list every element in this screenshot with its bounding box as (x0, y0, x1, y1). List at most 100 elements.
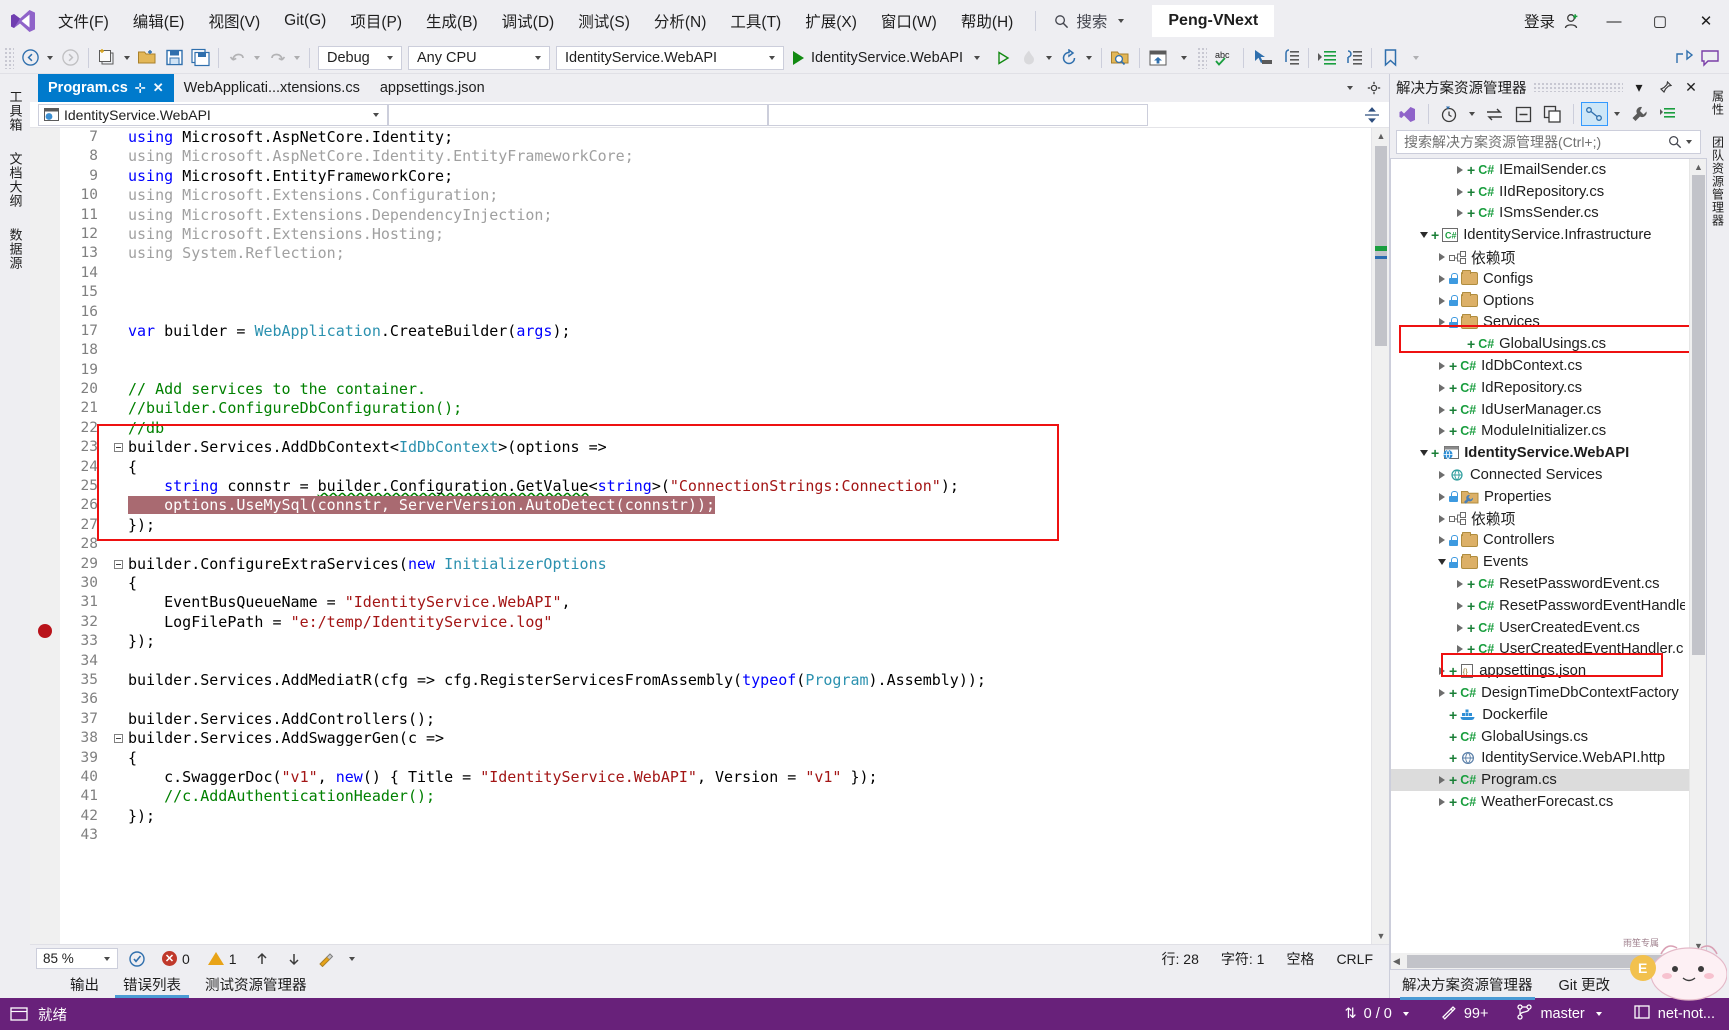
menu-item-6[interactable]: 生成(B) (414, 5, 490, 37)
tree-item[interactable]: + {} appsettings.json (1391, 660, 1689, 682)
zoom-level-combo[interactable]: 85 % (36, 948, 118, 969)
code-line[interactable]: 35 builder.Services.AddMediatR(cfg => cfg… (60, 671, 1371, 690)
tree-item[interactable]: + C# ResetPasswordEventHandle (1391, 595, 1689, 617)
code-line[interactable]: 15 (60, 283, 1371, 302)
previous-issue-button[interactable] (249, 946, 275, 972)
scroll-up-arrow[interactable]: ▲ (1372, 128, 1390, 144)
expand-arrow-closed-icon[interactable] (1435, 253, 1449, 262)
solution-explorer-search-input[interactable]: 搜索解决方案资源管理器(Ctrl+;) (1396, 130, 1701, 154)
select-tool-button[interactable] (1249, 45, 1277, 71)
code-line[interactable]: 13 using System.Reflection; (60, 244, 1371, 263)
code-line[interactable]: 30 { (60, 574, 1371, 593)
breakpoint-marker[interactable] (38, 624, 52, 638)
code-line[interactable]: 34 (60, 652, 1371, 671)
no-issues-found-icon[interactable] (124, 946, 150, 972)
code-line[interactable]: 24 { (60, 458, 1371, 477)
solution-explorer-button[interactable] (1145, 45, 1171, 71)
expand-arrow-open-icon[interactable] (1417, 232, 1431, 239)
output-tab-3[interactable]: 测试资源管理器 (193, 971, 319, 998)
warning-count[interactable]: 1 (202, 951, 243, 967)
show-all-files-button[interactable] (1539, 102, 1566, 126)
save-button[interactable] (161, 45, 187, 71)
expand-arrow-closed-icon[interactable] (1435, 318, 1449, 327)
code-line[interactable]: 9 using Microsoft.EntityFrameworkCore; (60, 167, 1371, 186)
startup-project-combo[interactable]: IdentityService.WebAPI (556, 45, 784, 70)
bookmark-button[interactable] (1377, 45, 1403, 71)
document-tab-3[interactable]: appsettings.json (369, 74, 495, 102)
output-tab-2[interactable]: 错误列表 (111, 971, 193, 998)
expand-arrow-closed-icon[interactable] (1453, 623, 1467, 632)
tree-item[interactable]: 依赖项 (1391, 246, 1689, 268)
redo-dropdown-icon[interactable] (294, 55, 300, 60)
code-line[interactable]: 8 using Microsoft.AspNetCore.Identity.Ent… (60, 147, 1371, 166)
code-line[interactable]: 32 LogFilePath = "e:/temp/IdentityServic… (60, 613, 1371, 632)
fold-region-toggle[interactable] (112, 729, 128, 748)
expand-arrow-closed-icon[interactable] (1435, 536, 1449, 545)
properties-button[interactable] (1626, 102, 1653, 126)
menu-item-8[interactable]: 测试(S) (566, 5, 642, 37)
scroll-down-arrow[interactable]: ▼ (1372, 928, 1390, 944)
expand-arrow-closed-icon[interactable] (1435, 492, 1449, 501)
menu-item-13[interactable]: 帮助(H) (949, 5, 1026, 37)
tree-item[interactable]: Services (1391, 312, 1689, 334)
solution-explorer-bottom-tab-2[interactable]: Git 更改 (1557, 971, 1613, 998)
refresh-dropdown-icon[interactable] (1086, 55, 1093, 60)
code-line[interactable]: 27}); (60, 516, 1371, 535)
left-rail-tab-1[interactable]: 工具箱 (3, 82, 28, 140)
repository-cell[interactable]: net-not... (1620, 998, 1729, 1030)
new-project-dropdown-icon[interactable] (124, 55, 130, 60)
tree-scroll-up[interactable]: ▲ (1690, 159, 1706, 174)
tree-item[interactable]: + C# ResetPasswordEvent.cs (1391, 573, 1689, 595)
menu-item-2[interactable]: 编辑(E) (121, 5, 197, 37)
tree-scroll-down[interactable]: ▼ (1690, 938, 1706, 953)
menu-item-10[interactable]: 工具(T) (718, 5, 793, 37)
expand-arrow-closed-icon[interactable] (1435, 296, 1449, 305)
toolbar-grip[interactable] (4, 46, 14, 69)
increase-indent-button[interactable] (1314, 45, 1340, 71)
document-tab-1[interactable]: Program.cs ⊹ ✕ (38, 74, 174, 102)
panel-drag-handle[interactable] (1532, 82, 1623, 92)
tree-item[interactable]: Connected Services (1391, 464, 1689, 486)
redo-button[interactable] (264, 45, 290, 71)
expand-arrow-closed-icon[interactable] (1453, 165, 1467, 174)
navbar-type-combo[interactable] (388, 103, 768, 126)
expand-arrow-closed-icon[interactable] (1435, 798, 1449, 806)
code-line[interactable]: 36 (60, 690, 1371, 709)
tree-item[interactable]: + C# GlobalUsings.cs (1391, 726, 1689, 748)
tree-item[interactable]: + Dockerfile (1391, 704, 1689, 726)
tree-item[interactable]: Options (1391, 290, 1689, 312)
code-line[interactable]: 12 using Microsoft.Extensions.Hosting; (60, 225, 1371, 244)
tree-scrollbar-thumb[interactable] (1692, 175, 1705, 655)
navigate-forward-button[interactable] (57, 45, 83, 71)
panel-menu-icon[interactable]: ▾ (1629, 77, 1649, 97)
open-file-button[interactable] (134, 45, 161, 71)
tree-item[interactable]: + C# UserCreatedEventHandler.c (1391, 639, 1689, 661)
fold-region-toggle[interactable] (112, 438, 128, 457)
tree-item[interactable]: + IdentityService.WebAPI.http (1391, 748, 1689, 770)
minimize-button[interactable]: — (1591, 0, 1637, 42)
code-line[interactable]: 22 //db (60, 419, 1371, 438)
sync-with-active-document-button[interactable] (1481, 102, 1508, 126)
code-line[interactable]: 29 builder.ConfigureExtraServices(new Ini… (60, 555, 1371, 574)
code-editor[interactable]: 7 using Microsoft.AspNetCore.Identity; 8 us… (30, 128, 1389, 944)
tree-scroll-right[interactable]: ▶ (1697, 956, 1704, 967)
hot-reload-dropdown-icon[interactable] (1046, 55, 1053, 60)
tree-item[interactable]: + C# Program.cs (1391, 769, 1689, 792)
chevron-down-icon[interactable] (1686, 140, 1692, 144)
code-line[interactable]: 25 string connstr = builder.Configuratio… (60, 477, 1371, 496)
hot-reload-button[interactable] (1016, 45, 1042, 71)
code-cleanup-button[interactable] (313, 946, 339, 972)
menu-item-1[interactable]: 文件(F) (46, 5, 121, 37)
code-line[interactable]: 37 builder.Services.AddControllers(); (60, 710, 1371, 729)
solution-configuration-combo[interactable]: Debug (318, 45, 402, 70)
expand-arrow-closed-icon[interactable] (1435, 362, 1449, 371)
code-line[interactable]: 16 (60, 303, 1371, 322)
toolbar-more-button[interactable] (1171, 45, 1197, 71)
navbar-member-combo[interactable] (768, 103, 1148, 126)
tree-item[interactable]: + C# IdentityService.Infrastructure (1391, 224, 1689, 246)
fold-region-toggle[interactable] (112, 555, 128, 574)
global-search[interactable]: 搜索 (1046, 7, 1136, 35)
menu-item-12[interactable]: 窗口(W) (869, 5, 949, 37)
menu-item-7[interactable]: 调试(D) (490, 5, 567, 37)
navigate-back-button[interactable] (17, 45, 43, 71)
